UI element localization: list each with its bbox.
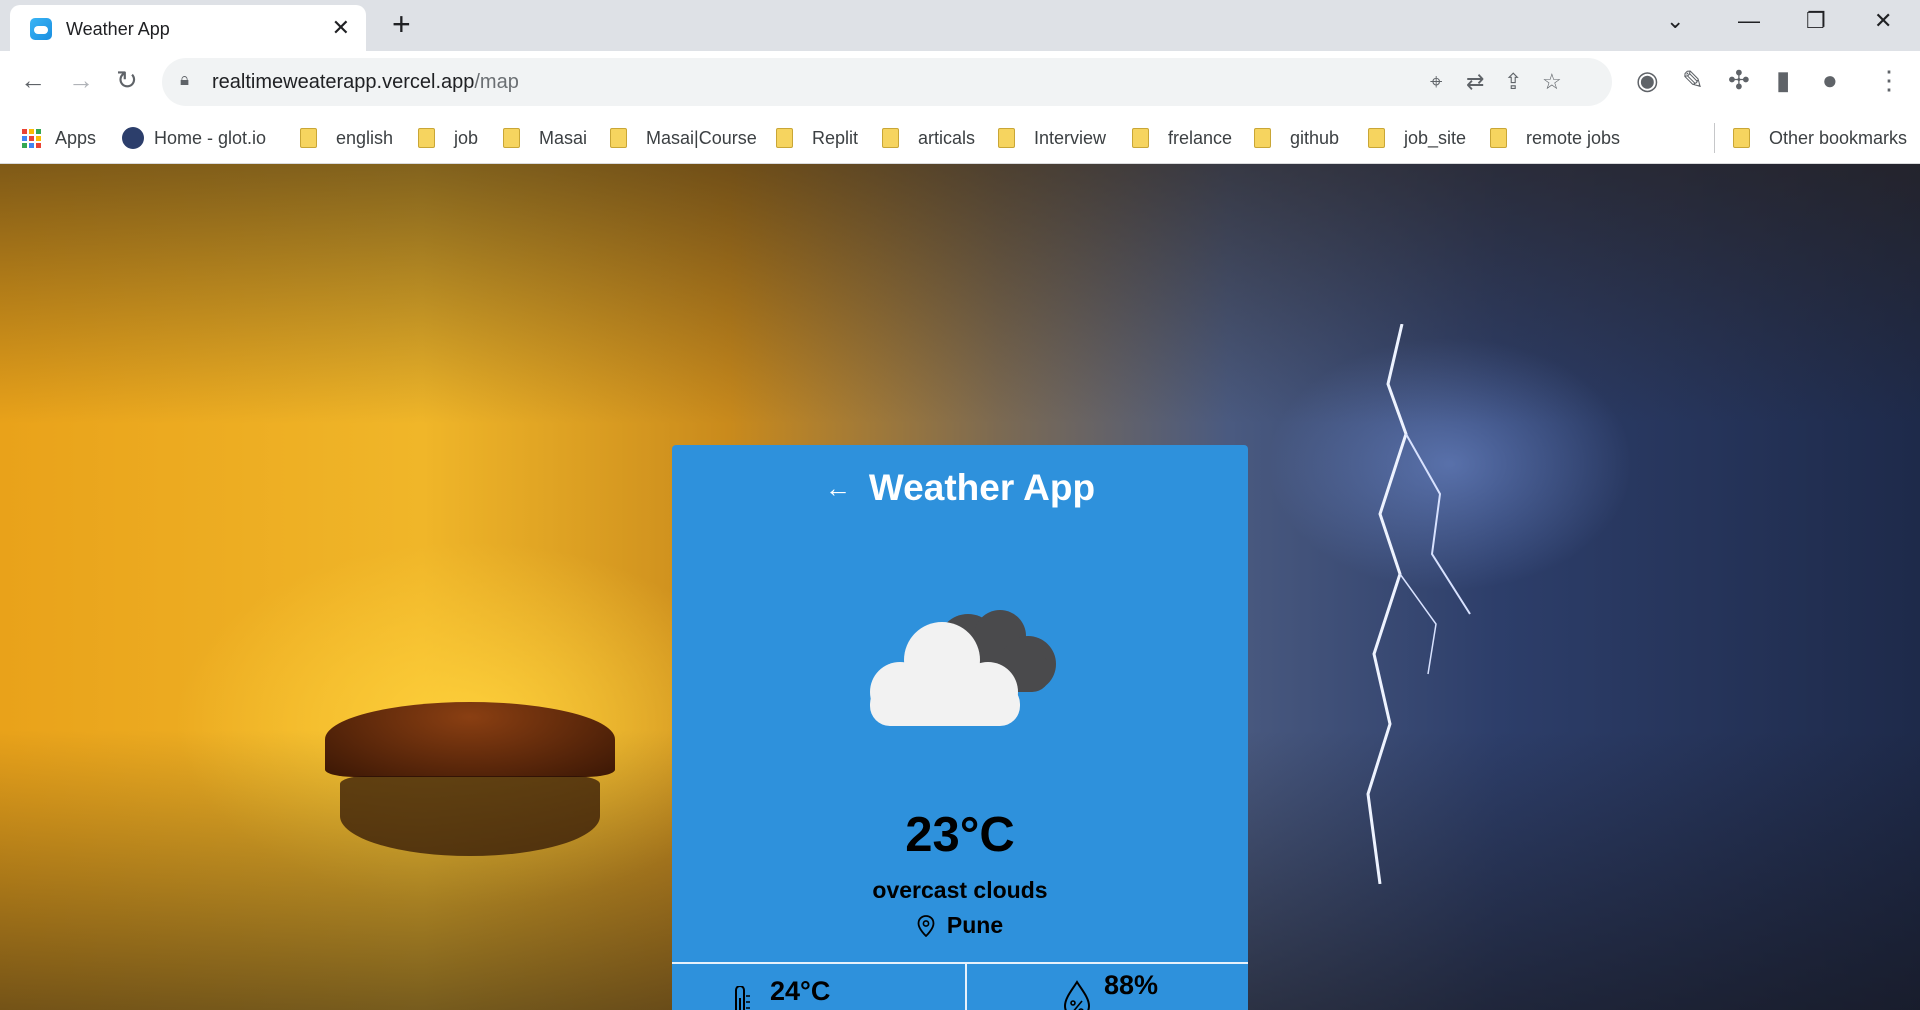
overcast-clouds-icon (860, 592, 1070, 737)
bookmark-star-icon[interactable]: ☆ (1542, 69, 1562, 95)
card-header: ← Weather App (672, 467, 1248, 509)
bookmark-label: english (336, 127, 394, 148)
bookmark-label: articals (918, 127, 976, 148)
location-pin-icon (917, 914, 935, 937)
folder-icon (1132, 128, 1149, 148)
humidity-value: 88% (1104, 970, 1159, 1000)
weather-favicon-icon (30, 18, 52, 40)
temperature: 23°C (905, 808, 1015, 862)
folder-icon (418, 128, 435, 148)
side-panel-icon[interactable]: ▮ (1776, 65, 1790, 96)
city-row: Pune (672, 912, 1248, 939)
bookmarks-divider (1714, 123, 1715, 153)
folder-icon (882, 128, 899, 148)
extension-avatar-icon[interactable]: ◉ (1636, 65, 1659, 96)
thermometer-icon (735, 986, 750, 1010)
minimize-icon[interactable]: — (1738, 8, 1760, 34)
bookmark-label: Other bookmarks (1769, 127, 1908, 148)
browser-toolbar: ← → ↻ 🔒︎ realtimeweaterapp.vercel.app/ma… (0, 51, 1920, 114)
bookmark-job-site[interactable]: job_site (1368, 124, 1466, 152)
eyedropper-extension-icon[interactable]: ✎ (1682, 65, 1704, 96)
lightning-image (1366, 324, 1471, 884)
tab-title: Weather App (66, 19, 170, 39)
folder-icon (998, 128, 1015, 148)
bookmark-label: Apps (55, 127, 97, 148)
restore-icon[interactable]: ❐ (1806, 8, 1826, 34)
weather-stats: 24°C feels_like 88% humidity (672, 962, 1248, 1010)
translate-icon[interactable]: ⇄ (1466, 69, 1484, 95)
bookmark-other[interactable]: Other bookmarks (1733, 124, 1907, 152)
city-name: Pune (946, 912, 1004, 938)
location-icon[interactable]: ⌖ (1430, 69, 1442, 95)
tab-strip: Weather App ✕ + ⌄ — ❐ ✕ (0, 0, 1920, 51)
bookmark-label: github (1290, 127, 1340, 148)
island-reflection (340, 776, 600, 856)
menu-kebab-icon[interactable]: ⋮ (1876, 65, 1902, 96)
bookmark-replit[interactable]: Replit (776, 124, 858, 152)
folder-icon (300, 128, 317, 148)
bookmark-label: Home - glot.io (154, 127, 267, 148)
bookmark-label: Masai|Course (646, 127, 757, 148)
folder-icon (610, 128, 627, 148)
card-title: Weather App (868, 467, 1096, 508)
bookmarks-bar: Apps Home - glot.io english job Masai Ma… (0, 114, 1920, 164)
humidity-drop-icon (1063, 980, 1091, 1010)
bookmark-label: remote jobs (1526, 127, 1621, 148)
bookmark-frelance[interactable]: frelance (1132, 124, 1232, 152)
folder-icon (1733, 128, 1750, 148)
bookmark-label: Replit (812, 127, 859, 148)
url-text: realtimeweaterapp.vercel.app/map (212, 71, 519, 93)
bookmark-label: Interview (1034, 127, 1107, 148)
island-image (325, 702, 615, 777)
folder-icon (1368, 128, 1385, 148)
bookmark-label: job_site (1404, 127, 1467, 148)
stats-divider (965, 964, 967, 1010)
address-bar[interactable]: 🔒︎ realtimeweaterapp.vercel.app/map ⌖ ⇄ … (162, 58, 1612, 106)
glot-icon (122, 127, 144, 149)
folder-icon (776, 128, 793, 148)
folder-icon (1490, 128, 1507, 148)
lock-icon[interactable]: 🔒︎ (180, 70, 189, 90)
bookmark-label: Masai (539, 127, 588, 148)
share-icon[interactable]: ⇪ (1504, 69, 1522, 95)
bookmark-masai[interactable]: Masai (503, 124, 587, 152)
bookmark-apps[interactable]: Apps (22, 124, 96, 152)
bookmark-job[interactable]: job (418, 124, 478, 152)
bookmark-remote-jobs[interactable]: remote jobs (1490, 124, 1620, 152)
weather-card: ← Weather App 23°C overcast clouds Pune … (672, 445, 1248, 1010)
folder-icon (1254, 128, 1271, 148)
bookmark-interview[interactable]: Interview (998, 124, 1106, 152)
folder-icon (503, 128, 520, 148)
back-icon[interactable]: ← (20, 65, 46, 96)
tab-search-chevron-icon[interactable]: ⌄ (1666, 8, 1684, 34)
feels-like-value: 24°C (770, 976, 831, 1006)
bookmark-articals[interactable]: articals (882, 124, 975, 152)
bookmark-label: job (454, 127, 479, 148)
close-tab-icon[interactable]: ✕ (332, 15, 350, 41)
bookmark-english[interactable]: english (300, 124, 393, 152)
bookmark-glot[interactable]: Home - glot.io (122, 124, 266, 152)
close-window-icon[interactable]: ✕ (1874, 8, 1892, 34)
bookmark-github[interactable]: github (1254, 124, 1339, 152)
new-tab-icon[interactable]: + (392, 6, 411, 43)
forward-icon[interactable]: → (68, 65, 94, 96)
profile-avatar[interactable]: ● (1822, 65, 1838, 96)
weather-description: overcast clouds (872, 877, 1048, 903)
reload-icon[interactable]: ↻ (116, 65, 138, 96)
apps-grid-icon (22, 128, 41, 148)
back-arrow-icon[interactable]: ← (825, 473, 851, 504)
extensions-puzzle-icon[interactable]: ✣ (1728, 65, 1750, 96)
bookmark-masai-course[interactable]: Masai|Course (610, 124, 757, 152)
page-background: ← Weather App 23°C overcast clouds Pune … (0, 164, 1920, 1010)
bookmark-label: frelance (1168, 127, 1233, 148)
browser-tab[interactable]: Weather App ✕ (10, 5, 366, 51)
